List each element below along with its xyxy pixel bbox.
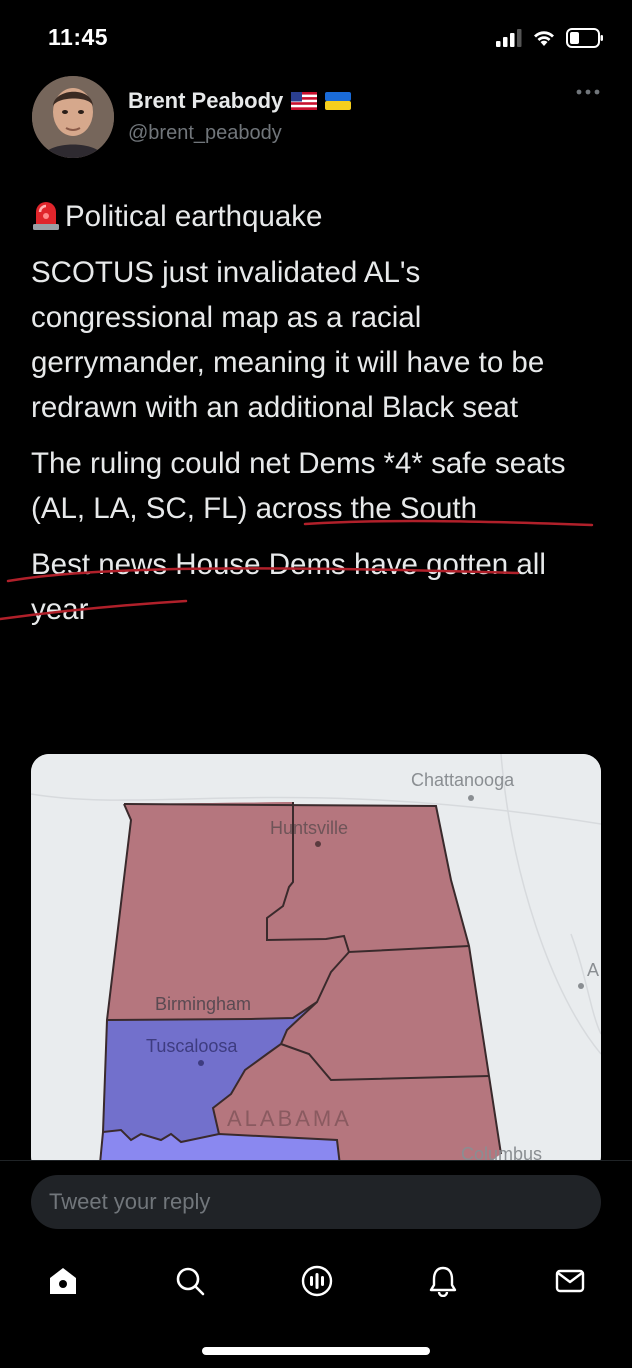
- search-icon: [176, 1267, 205, 1296]
- tweet-headline: Political earthquake: [31, 194, 601, 239]
- alabama-district-map: Chattanooga Huntsville Birmingham Tuscal…: [31, 754, 601, 1174]
- tweet-headline-text: Political earthquake: [65, 200, 323, 233]
- map-image[interactable]: Chattanooga Huntsville Birmingham Tuscal…: [31, 754, 601, 1174]
- map-label-edge: A: [587, 960, 599, 980]
- status-icons: [496, 28, 604, 48]
- bottom-bar: Tweet your reply: [0, 1160, 632, 1368]
- home-indicator[interactable]: [202, 1347, 430, 1355]
- status-bar: 11:45: [0, 0, 632, 76]
- author-name-row[interactable]: Brent Peabody: [128, 88, 352, 114]
- siren-icon: [33, 202, 59, 230]
- tweet-paragraph-3: Best news House Dems have gotten all yea…: [31, 548, 546, 626]
- map-label-tuscaloosa: Tuscaloosa: [146, 1036, 238, 1056]
- map-label-alabama: ALABAMA: [227, 1106, 352, 1131]
- notifications-icon: [429, 1266, 457, 1297]
- battery-icon: [566, 28, 603, 48]
- messages-icon: [555, 1269, 585, 1293]
- nav-home[interactable]: [38, 1256, 88, 1306]
- tweet-paragraph-1: SCOTUS just invalidated AL's congression…: [31, 256, 545, 424]
- tweet-header: Brent Peabody @brent_peabody: [30, 76, 610, 166]
- tweet-paragraph-2: The ruling could net Dems *4* safe seats…: [31, 447, 566, 525]
- nav-spaces[interactable]: [292, 1256, 342, 1306]
- reply-input[interactable]: Tweet your reply: [31, 1175, 601, 1229]
- bottom-navigation: [0, 1256, 632, 1306]
- map-label-birmingham: Birmingham: [155, 994, 251, 1014]
- nav-messages[interactable]: [545, 1256, 595, 1306]
- tweet-text: Political earthquake SCOTUS just invalid…: [31, 194, 601, 643]
- wifi-icon: [534, 31, 554, 46]
- author-handle[interactable]: @brent_peabody: [128, 122, 282, 145]
- nav-search[interactable]: [165, 1256, 215, 1306]
- nav-notifications[interactable]: [418, 1256, 468, 1306]
- status-time: 11:45: [48, 24, 109, 50]
- cellular-signal-icon: [496, 29, 522, 47]
- map-label-huntsville: Huntsville: [270, 818, 348, 838]
- avatar[interactable]: [32, 76, 114, 158]
- author-name[interactable]: Brent Peabody: [128, 88, 283, 114]
- map-label-chattanooga: Chattanooga: [411, 770, 515, 790]
- more-options-icon[interactable]: [576, 88, 600, 96]
- spaces-icon: [301, 1265, 333, 1297]
- ukraine-flag-icon: [325, 92, 352, 110]
- us-flag-icon: [291, 92, 318, 110]
- home-icon: [50, 1268, 76, 1294]
